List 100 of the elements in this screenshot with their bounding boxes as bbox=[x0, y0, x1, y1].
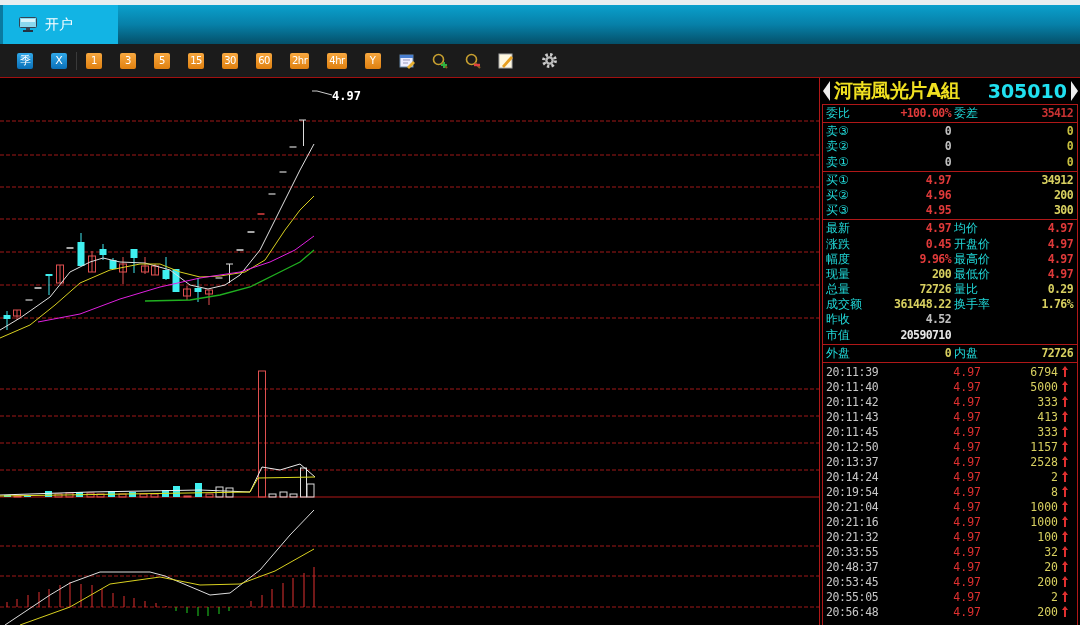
up-arrow-icon bbox=[1062, 471, 1068, 482]
up-arrow-icon bbox=[1062, 531, 1068, 542]
up-arrow-icon bbox=[1062, 516, 1068, 527]
field-label: 成交额 bbox=[826, 297, 863, 313]
trade-price: 4.97 bbox=[952, 514, 981, 529]
settings-icon[interactable] bbox=[540, 52, 558, 69]
trade-price: 4.97 bbox=[952, 454, 981, 469]
field-value: 4.95 bbox=[925, 203, 951, 219]
field-value: 300 bbox=[1054, 203, 1073, 219]
field-label: 昨收 bbox=[826, 312, 851, 328]
field-value: 0 bbox=[1066, 139, 1073, 155]
toolbar-button[interactable]: 季 bbox=[17, 52, 33, 69]
period-button[interactable]: 2hr bbox=[290, 52, 310, 69]
field-value: 4.97 bbox=[925, 221, 951, 237]
price-label: 4.97 bbox=[332, 89, 361, 103]
field-value: 72726 bbox=[1041, 345, 1073, 361]
field-value: 0 bbox=[944, 154, 951, 170]
field-value: 1.76% bbox=[1041, 297, 1073, 313]
trade-volume: 32 bbox=[1043, 544, 1058, 559]
zoom-in-icon[interactable] bbox=[431, 52, 448, 69]
trade-time: 20:14:24 bbox=[826, 469, 880, 484]
field-value: 72726 bbox=[919, 282, 951, 298]
up-arrow-icon bbox=[1062, 366, 1068, 377]
period-button[interactable]: 5 bbox=[154, 52, 170, 69]
trade-time: 20:33:55 bbox=[826, 544, 880, 559]
field-label: 最低价 bbox=[954, 266, 991, 283]
trade-volume: 200 bbox=[1036, 604, 1058, 619]
field-label: 委差 bbox=[954, 106, 979, 122]
trade-price: 4.97 bbox=[952, 544, 981, 559]
field-value: 200 bbox=[1054, 187, 1073, 204]
trade-price: 4.97 bbox=[952, 529, 981, 544]
period-button[interactable]: 30 bbox=[222, 52, 238, 69]
trade-time: 20:53:45 bbox=[826, 574, 880, 589]
trade-price: 4.97 bbox=[952, 364, 981, 379]
trade-volume: 2 bbox=[1050, 469, 1058, 484]
trade-volume: 1000 bbox=[1029, 499, 1058, 514]
trade-price: 4.97 bbox=[952, 559, 981, 574]
up-arrow-icon bbox=[1062, 561, 1068, 572]
volume-bar bbox=[139, 493, 148, 498]
candle bbox=[45, 273, 53, 296]
field-value: 4.52 bbox=[925, 312, 951, 328]
field-label: 换手率 bbox=[954, 297, 991, 313]
field-label: 总量 bbox=[826, 282, 851, 298]
field-label: 卖② bbox=[826, 139, 850, 155]
previous-arrow-icon[interactable] bbox=[823, 81, 830, 101]
notepad-icon[interactable] bbox=[497, 52, 514, 69]
period-button[interactable]: 3 bbox=[120, 52, 136, 69]
trade-time: 20:19:54 bbox=[826, 484, 880, 499]
stock-name: 河南風光片A組 bbox=[834, 78, 960, 103]
field-value: 0 bbox=[1066, 154, 1073, 170]
volume-bar bbox=[65, 492, 74, 498]
trade-time: 20:12:50 bbox=[826, 439, 880, 454]
candle bbox=[151, 263, 159, 276]
trade-volume: 200 bbox=[1036, 574, 1058, 589]
field-label: 买② bbox=[826, 187, 850, 204]
up-arrow-icon bbox=[1062, 546, 1068, 557]
volume-bar bbox=[13, 495, 22, 498]
candle bbox=[162, 256, 170, 281]
trade-volume: 6794 bbox=[1029, 364, 1058, 379]
field-label: 最高价 bbox=[954, 251, 991, 267]
zoom-out-icon[interactable] bbox=[464, 52, 481, 69]
field-label: 现量 bbox=[826, 266, 851, 283]
volume-bar bbox=[162, 490, 169, 497]
trade-volume: 1157 bbox=[1029, 439, 1058, 454]
candle bbox=[13, 309, 21, 321]
candle bbox=[172, 268, 180, 293]
period-button[interactable]: 1 bbox=[86, 52, 102, 69]
volume-bar bbox=[225, 487, 234, 498]
trade-time: 20:21:04 bbox=[826, 499, 880, 514]
next-arrow-icon[interactable] bbox=[1071, 81, 1078, 101]
up-arrow-icon bbox=[1062, 486, 1068, 497]
field-label: 开盘价 bbox=[954, 236, 991, 252]
period-button[interactable]: 4hr bbox=[327, 52, 347, 69]
field-label: 外盘 bbox=[826, 345, 851, 361]
field-value: 4.97 bbox=[1047, 251, 1073, 267]
tab[interactable]: 开户 bbox=[3, 5, 118, 44]
trade-time: 20:55:05 bbox=[826, 589, 880, 604]
toolbar-button[interactable]: X bbox=[51, 52, 67, 69]
field-value: 4.96 bbox=[925, 187, 951, 204]
period-button[interactable]: 15 bbox=[188, 52, 204, 69]
volume-bar bbox=[129, 492, 136, 497]
trade-price: 4.97 bbox=[952, 499, 981, 514]
trade-price: 4.97 bbox=[952, 484, 981, 499]
up-arrow-icon bbox=[1062, 441, 1068, 452]
field-label: 买① bbox=[826, 172, 850, 188]
period-button[interactable]: 60 bbox=[256, 52, 272, 69]
field-value: 4.97 bbox=[1047, 266, 1073, 283]
calendar-icon[interactable] bbox=[398, 52, 415, 69]
field-label: 最新 bbox=[826, 221, 851, 237]
period-button[interactable]: Y bbox=[364, 52, 381, 69]
up-arrow-icon bbox=[1062, 591, 1068, 602]
candle bbox=[109, 257, 117, 270]
field-label: 涨跌 bbox=[826, 236, 851, 252]
field-value: 9.96% bbox=[919, 251, 951, 267]
candle bbox=[119, 256, 127, 285]
field-value: 0.45 bbox=[925, 236, 951, 252]
candle bbox=[205, 289, 213, 306]
field-label: 卖③ bbox=[826, 124, 850, 140]
field-label: 量比 bbox=[954, 282, 979, 298]
field-value: 35412 bbox=[1041, 106, 1073, 122]
